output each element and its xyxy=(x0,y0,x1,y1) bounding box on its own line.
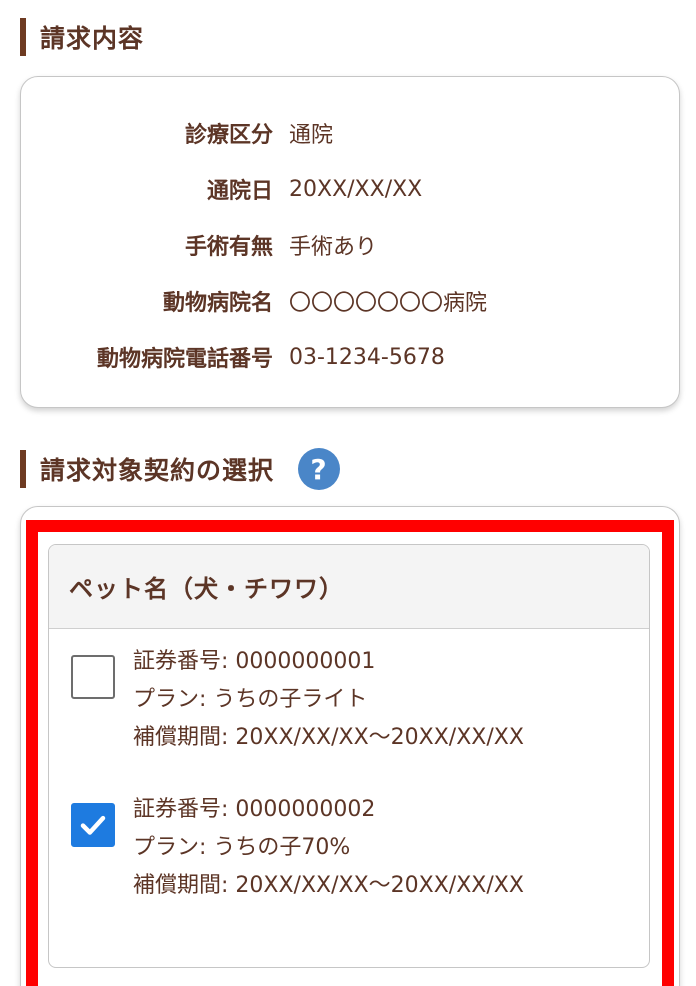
checkmark-icon xyxy=(80,815,106,835)
billing-section-title: 請求内容 xyxy=(40,24,145,53)
billing-row-hospital-name: 動物病院名 〇〇〇〇〇〇〇病院 xyxy=(21,285,681,317)
billing-row-hospital-phone: 動物病院電話番号 03-1234-5678 xyxy=(21,341,681,373)
billing-row-label: 診療区分 xyxy=(184,123,273,148)
contract-section-title: 請求対象契約の選択 xyxy=(40,456,275,485)
claim-page: 請求内容 診療区分 通院 通院日 20XX/XX/XX 手術有無 手術あり 動物… xyxy=(0,0,696,986)
billing-row-value: 通院 xyxy=(289,123,334,148)
heading-accent-bar xyxy=(20,450,26,488)
billing-row-treatment-type: 診療区分 通院 xyxy=(21,117,681,149)
billing-row-label: 通院日 xyxy=(206,179,273,204)
contract-plan: プラン: うちの子ライト xyxy=(133,687,368,712)
billing-row-value: 〇〇〇〇〇〇〇病院 xyxy=(289,291,488,316)
billing-row-label: 手術有無 xyxy=(184,235,273,260)
billing-row-value: 20XX/XX/XX xyxy=(289,176,423,202)
contract-period: 補償期間: 20XX/XX/XX〜20XX/XX/XX xyxy=(133,725,524,750)
billing-row-label: 動物病院名 xyxy=(162,291,273,316)
pet-name-header: ペット名（犬・チワワ） xyxy=(49,545,649,629)
billing-row-value: 手術あり xyxy=(289,235,378,260)
contract-checkbox-unchecked[interactable] xyxy=(71,655,115,699)
heading-accent-bar xyxy=(20,18,26,56)
contract-policy-number: 証券番号: 0000000002 xyxy=(133,797,376,822)
contract-period: 補償期間: 20XX/XX/XX〜20XX/XX/XX xyxy=(133,873,524,898)
contract-checkbox-checked[interactable] xyxy=(71,803,115,847)
contract-details: 証券番号: 0000000002 プラン: うちの子70% 補償期間: 20XX… xyxy=(133,791,524,905)
billing-row-value: 03-1234-5678 xyxy=(289,344,445,370)
pet-contract-card: ペット名（犬・チワワ） 証券番号: 0000000001 プラン: うちの子ライ… xyxy=(48,544,650,968)
contract-policy-number: 証券番号: 0000000001 xyxy=(133,649,376,674)
contract-details: 証券番号: 0000000001 プラン: うちの子ライト 補償期間: 20XX… xyxy=(133,643,524,757)
billing-row-surgery: 手術有無 手術あり xyxy=(21,229,681,261)
contract-plan: プラン: うちの子70% xyxy=(133,835,351,860)
billing-section-heading: 請求内容 xyxy=(20,18,144,56)
billing-row-label: 動物病院電話番号 xyxy=(96,347,273,372)
billing-info-card: 診療区分 通院 通院日 20XX/XX/XX 手術有無 手術あり 動物病院名 〇… xyxy=(20,76,680,408)
help-icon[interactable]: ? xyxy=(298,448,341,490)
contract-section-heading: 請求対象契約の選択 ? xyxy=(20,448,341,490)
billing-row-visit-date: 通院日 20XX/XX/XX xyxy=(21,173,681,205)
